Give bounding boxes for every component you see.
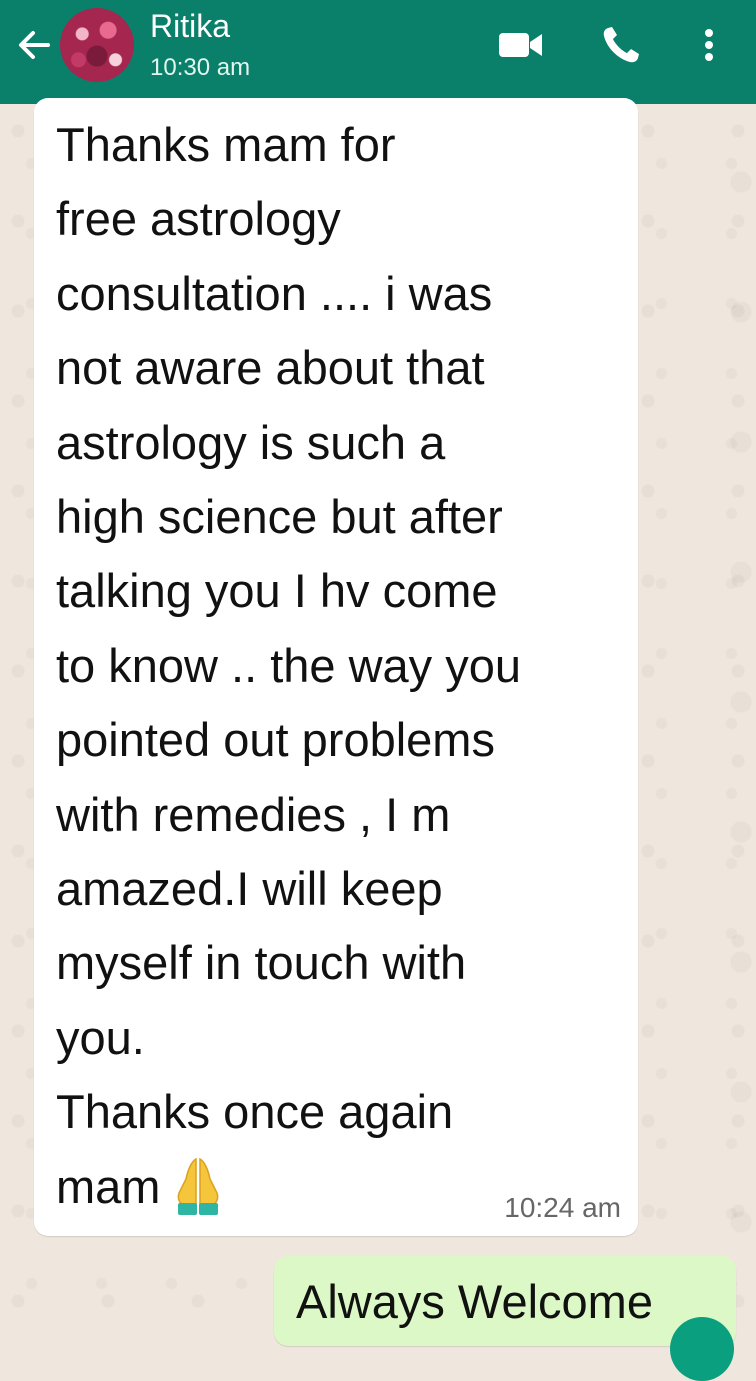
outgoing-message-text: Always Welcome <box>296 1275 653 1328</box>
message-body: Thanks mam for free astrology consultati… <box>56 118 522 1213</box>
scroll-down-button[interactable] <box>670 1317 734 1381</box>
folded-hands-emoji <box>178 1157 219 1215</box>
message-timestamp: 10:24 am <box>504 1192 621 1223</box>
outgoing-message-bubble[interactable]: Always Welcome <box>274 1256 736 1346</box>
contact-name[interactable]: Ritika <box>150 8 230 45</box>
avatar[interactable] <box>60 8 134 82</box>
more-options-icon[interactable] <box>692 22 726 68</box>
back-arrow-icon[interactable] <box>14 24 54 66</box>
incoming-message-bubble[interactable]: Thanks mam for free astrology consultati… <box>34 98 638 1236</box>
video-call-icon[interactable] <box>496 22 546 68</box>
chat-header: Ritika 10:30 am <box>0 0 756 104</box>
last-seen-status: 10:30 am <box>150 54 251 81</box>
voice-call-icon[interactable] <box>598 22 644 68</box>
incoming-message-text: Thanks mam for free astrology consultati… <box>56 108 616 1224</box>
